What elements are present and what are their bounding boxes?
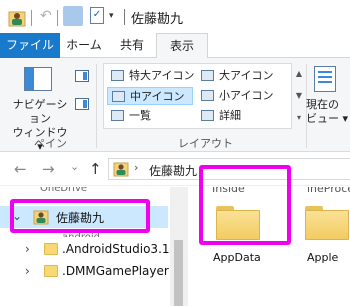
folder-label-apple[interactable]: Apple (307, 251, 338, 264)
nav-item-folder[interactable]: › .DMMGamePlayer (0, 261, 169, 283)
undo-icon[interactable]: ↶ (40, 9, 54, 23)
group-separator (96, 64, 97, 148)
back-arrow-icon[interactable]: ← (14, 160, 27, 178)
expand-chevron-icon[interactable]: › (25, 264, 30, 278)
navigation-pane-label: ナビゲーション (12, 98, 68, 125)
ribbon-tabs: ファイル ホーム 共有 表示 (0, 33, 350, 59)
toolbar-separator (124, 9, 125, 25)
toolbar-separator (31, 10, 32, 26)
up-arrow-icon[interactable]: ↑ (89, 160, 102, 178)
current-view-button[interactable]: 現在の ビュー ▾ (306, 98, 350, 126)
forward-arrow-icon[interactable]: → (42, 160, 55, 178)
folder-label-cut: ineProce (307, 187, 350, 194)
highlight-box-nav (10, 199, 150, 233)
medium-icons-icon (112, 91, 125, 102)
layout-details[interactable]: 詳細 (197, 107, 289, 125)
nav-item-label: .DMMGamePlayer (62, 264, 169, 278)
properties-icon[interactable] (63, 6, 83, 26)
list-icon (111, 110, 124, 121)
nav-pane-scroll-thumb[interactable] (174, 240, 183, 306)
user-folder-icon[interactable] (8, 9, 26, 27)
large-icons-icon (201, 70, 214, 81)
recent-locations-dropdown-icon[interactable]: ⌄ (70, 158, 79, 176)
folder-icon (44, 265, 58, 277)
user-folder-icon (113, 162, 129, 177)
layout-gallery: 特大アイコン 大アイコン 中アイコン 小アイコン 一覧 詳細 (103, 63, 292, 129)
tab-share[interactable]: 共有 (108, 33, 156, 58)
group-label-layout: レイアウト (178, 137, 233, 150)
address-path[interactable]: 佐藤勘九 (149, 162, 197, 179)
window-title: 佐藤勘九 (131, 12, 184, 27)
current-view-label: 現在の (306, 98, 339, 111)
layout-item-label: 詳細 (219, 109, 241, 122)
toolbar-separator (57, 10, 58, 26)
layout-large-icons[interactable]: 大アイコン (197, 67, 289, 85)
current-view-label-2: ビュー ▾ (306, 112, 349, 125)
gallery-scroll-up-icon[interactable]: ▲ (293, 63, 305, 85)
nav-item-cut: android (62, 233, 100, 237)
tab-view[interactable]: 表示 (156, 33, 208, 59)
layout-item-label: 特大アイコン (129, 69, 195, 82)
gallery-scroll-down-icon[interactable]: ▼ (293, 85, 305, 107)
nav-item-cut: OneDrive (40, 187, 88, 194)
layout-extra-large-icons[interactable]: 特大アイコン (107, 67, 197, 85)
extra-large-icons-icon (111, 70, 124, 81)
layout-item-label: 一覧 (129, 109, 151, 122)
tab-home[interactable]: ホーム (60, 33, 108, 58)
address-toolbar: ← → ⌄ ↑ › 佐藤勘九 (0, 152, 350, 186)
quick-access-dropdown-icon[interactable]: ▾ (109, 9, 119, 23)
title-bar: ↶ ✓ ▾ 佐藤勘九 (0, 0, 350, 33)
navigation-pane-icon[interactable] (24, 67, 54, 93)
layout-item-label: 大アイコン (219, 69, 274, 82)
details-icon (201, 110, 214, 121)
current-view-icon[interactable] (314, 66, 336, 92)
layout-item-label: 中アイコン (130, 90, 185, 103)
nav-item-folder[interactable]: › .AndroidStudio3.1 (0, 239, 170, 261)
tab-file[interactable]: ファイル (0, 33, 60, 58)
folder-icon[interactable] (305, 206, 349, 240)
group-label-pane: ペイン (34, 137, 67, 150)
expand-chevron-icon[interactable]: › (25, 242, 30, 256)
ribbon: ナビゲーション ウィンドウ ▾ ペイン 特大アイコン 大アイコン 中アイコン 小… (0, 58, 350, 153)
nav-item-label: .AndroidStudio3.1 (62, 242, 170, 256)
folder-icon (44, 243, 58, 255)
preview-pane-icon[interactable] (75, 70, 89, 82)
layout-gallery-scroll: ▲ ▼ ▾ (293, 63, 305, 129)
layout-item-label: 小アイコン (219, 89, 274, 102)
highlight-box-appdata (199, 165, 291, 245)
small-icons-icon (201, 90, 214, 101)
checkbox-icon[interactable]: ✓ (90, 7, 104, 24)
folder-label-appdata[interactable]: AppData (213, 251, 261, 264)
layout-medium-icons[interactable]: 中アイコン (107, 87, 193, 105)
gallery-more-icon[interactable]: ▾ (293, 107, 305, 129)
details-pane-icon[interactable] (75, 98, 89, 110)
layout-list[interactable]: 一覧 (107, 107, 197, 125)
layout-small-icons[interactable]: 小アイコン (197, 87, 289, 105)
path-chevron-icon[interactable]: › (134, 161, 138, 174)
